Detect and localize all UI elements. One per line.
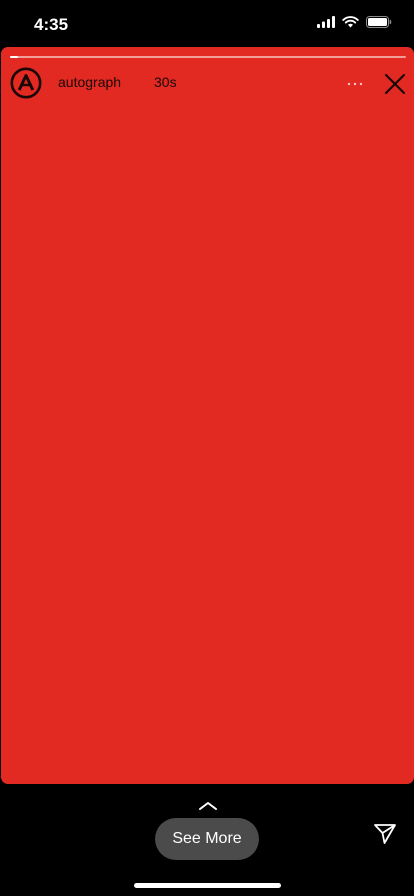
status-time: 4:35	[34, 15, 69, 34]
battery-icon	[366, 16, 392, 28]
chevron-up-icon	[199, 802, 217, 810]
status-bar: 4:35	[0, 0, 414, 46]
home-indicator[interactable]	[134, 883, 281, 888]
story-footer: See More	[0, 784, 414, 896]
more-options-icon[interactable]	[345, 81, 365, 87]
story-content[interactable]: autograph 30s	[1, 47, 414, 784]
wifi-icon	[342, 16, 359, 28]
status-icons	[317, 16, 392, 28]
story-timestamp: 30s	[154, 74, 177, 90]
autograph-logo-avatar[interactable]	[10, 67, 42, 99]
story-progress-fill	[10, 56, 18, 58]
close-icon[interactable]	[382, 71, 408, 97]
see-more-button[interactable]: See More	[155, 818, 259, 860]
send-icon[interactable]	[372, 821, 398, 847]
story-progress-bar	[10, 56, 406, 58]
story-username[interactable]: autograph	[58, 74, 121, 90]
cellular-signal-icon	[317, 16, 335, 28]
story-header: autograph 30s	[1, 65, 414, 101]
